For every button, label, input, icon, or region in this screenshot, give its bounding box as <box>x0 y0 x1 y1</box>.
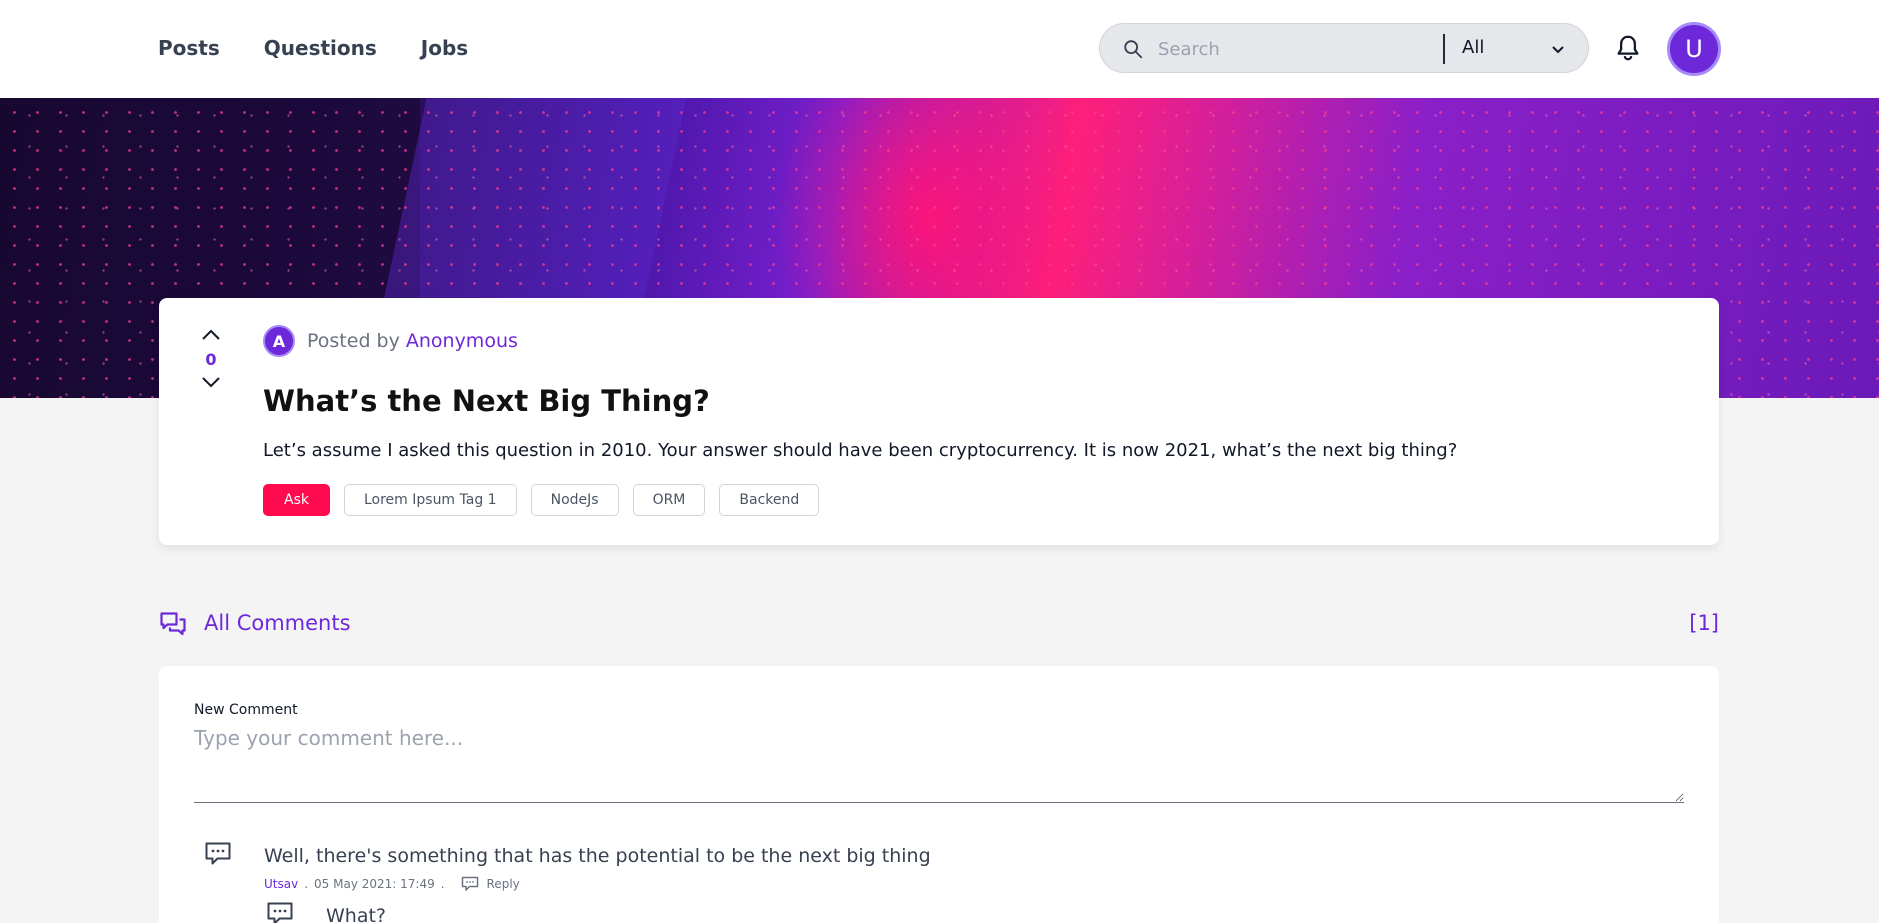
tag-ask[interactable]: Ask <box>263 484 330 516</box>
author-link[interactable]: Anonymous <box>406 330 518 352</box>
top-navbar: Posts Questions Jobs All U <box>0 0 1879 98</box>
comment-bubble-icon <box>205 842 231 865</box>
comment-meta: Utsav . 05 May 2021: 17:49 . Reply <box>264 876 520 892</box>
new-comment-label: New Comment <box>194 702 298 718</box>
nav-questions[interactable]: Questions <box>264 36 377 60</box>
post-title: What’s the Next Big Thing? <box>263 384 710 418</box>
nav-posts[interactable]: Posts <box>158 36 220 60</box>
tag-item[interactable]: ORM <box>632 484 706 516</box>
tag-item[interactable]: Lorem Ipsum Tag 1 <box>343 484 517 516</box>
reply-text: What? <box>326 905 387 923</box>
comment-text: Well, there's something that has the pot… <box>264 845 931 867</box>
comment-date: 05 May 2021: 17:49 <box>314 877 435 891</box>
nav-jobs[interactable]: Jobs <box>421 36 468 60</box>
comments-icon <box>160 612 186 636</box>
comments-title: All Comments <box>204 611 351 635</box>
search-icon <box>1124 40 1143 59</box>
search-input[interactable] <box>1158 36 1428 62</box>
tag-item[interactable]: NodeJs <box>530 484 619 516</box>
comment-bubble-icon <box>267 902 293 923</box>
comments-card: New Comment Well, there's something that… <box>159 666 1719 923</box>
upvote-chevron-icon[interactable] <box>201 328 221 342</box>
meta-separator: . <box>304 877 309 891</box>
search-scope-value: All <box>1462 37 1485 58</box>
reply-icon[interactable] <box>461 876 479 892</box>
search-scope-select[interactable]: All <box>1462 37 1574 61</box>
search-divider <box>1443 34 1445 64</box>
bell-icon[interactable] <box>1613 33 1643 63</box>
comments-count: [1] <box>1689 611 1719 635</box>
vote-control: 0 <box>193 328 229 389</box>
comments-header: All Comments [1] <box>159 606 1719 642</box>
comment-author[interactable]: Utsav <box>264 877 298 891</box>
posted-by-label: Posted by <box>307 330 400 352</box>
chevron-down-icon <box>1552 46 1564 54</box>
post-body: Let’s assume I asked this question in 20… <box>263 440 1458 461</box>
tag-list: Ask Lorem Ipsum Tag 1 NodeJs ORM Backend <box>263 484 833 516</box>
meta-separator: . <box>440 877 445 891</box>
downvote-chevron-icon[interactable] <box>201 375 221 389</box>
post-byline: A Posted by Anonymous <box>263 325 518 357</box>
reply-button[interactable]: Reply <box>487 877 520 891</box>
post-card: 0 A Posted by Anonymous What’s the Next … <box>159 298 1719 545</box>
vote-count: 0 <box>205 350 217 369</box>
tag-item[interactable]: Backend <box>719 484 820 516</box>
search-bar: All <box>1099 23 1589 73</box>
author-avatar: A <box>263 325 295 357</box>
main-nav: Posts Questions Jobs <box>158 36 512 60</box>
user-avatar[interactable]: U <box>1667 22 1721 76</box>
new-comment-textarea[interactable] <box>194 726 1684 803</box>
